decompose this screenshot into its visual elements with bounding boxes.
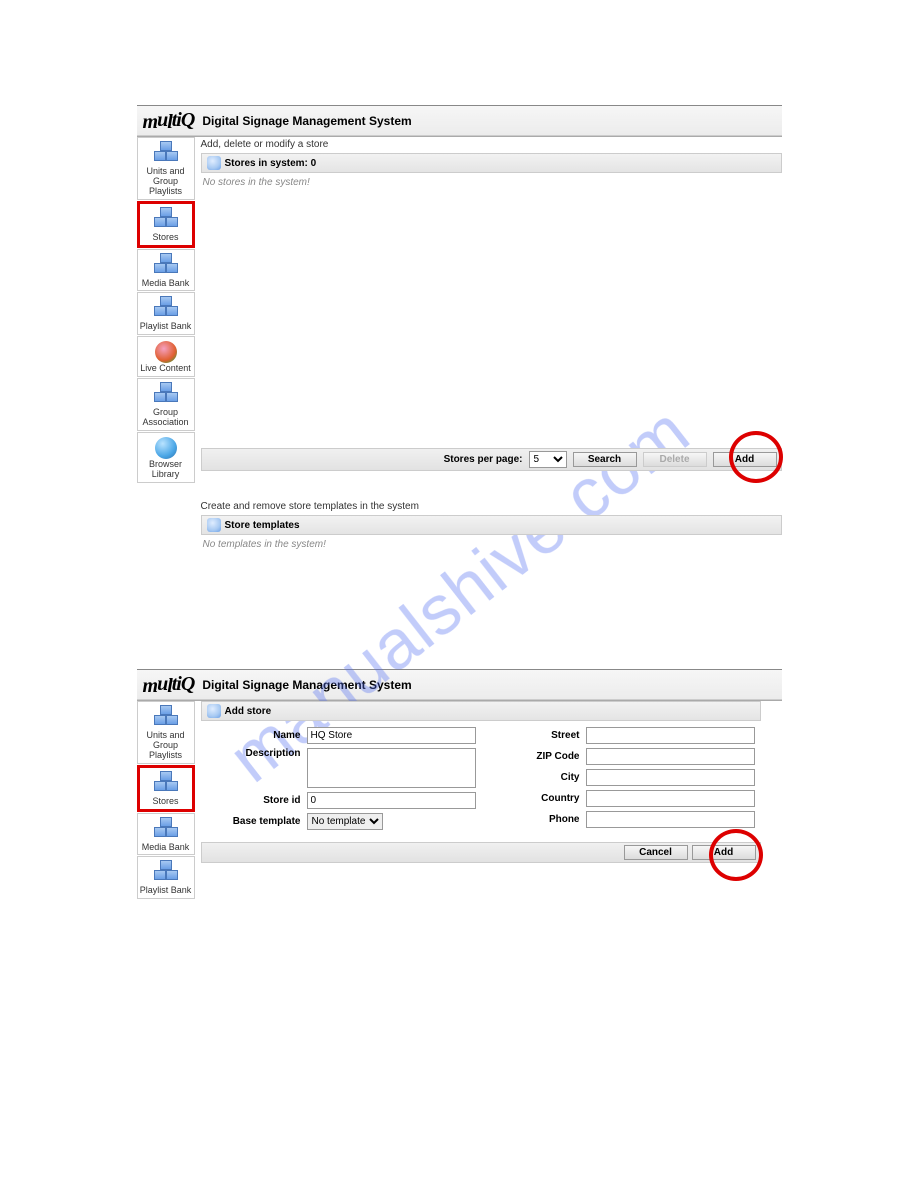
phone-label: Phone	[486, 814, 586, 825]
sidebar-item-units[interactable]: Units and Group Playlists	[137, 701, 195, 764]
search-button[interactable]: Search	[573, 452, 637, 467]
street-field[interactable]	[586, 727, 755, 744]
cubes-icon	[152, 253, 180, 277]
sidebar-item-stores[interactable]: Stores	[137, 201, 195, 248]
add-store-header-label: Add store	[225, 706, 272, 717]
sidebar-item-units[interactable]: Units and Group Playlists	[137, 137, 195, 200]
sidebar-item-playlist-bank[interactable]: Playlist Bank	[137, 292, 195, 335]
base-template-label: Base template	[207, 816, 307, 827]
delete-button: Delete	[643, 452, 707, 467]
storeid-label: Store id	[207, 795, 307, 806]
cubes-icon	[152, 382, 180, 406]
country-field[interactable]	[586, 790, 755, 807]
sidebar-item-label: Group Association	[139, 408, 193, 428]
sidebar-nav: Units and Group Playlists Stores Media B…	[137, 137, 195, 554]
templates-header-label: Store templates	[225, 520, 300, 531]
app-title: Digital Signage Management System	[202, 678, 411, 692]
sidebar-item-label: Media Bank	[139, 843, 193, 853]
country-label: Country	[486, 793, 586, 804]
screenshot-add-store: multiQ Digital Signage Management System…	[137, 669, 782, 899]
cubes-icon	[152, 771, 180, 795]
storeid-field[interactable]	[307, 792, 476, 809]
cubes-icon	[152, 860, 180, 884]
sidebar-item-label: Units and Group Playlists	[139, 167, 193, 197]
section-description: Create and remove store templates in the…	[201, 499, 782, 515]
cubes-icon	[152, 817, 180, 841]
stores-section-header: Stores in system: 0	[201, 153, 782, 173]
cubes-icon	[152, 141, 180, 165]
zip-label: ZIP Code	[486, 751, 586, 762]
cubes-icon	[152, 207, 180, 231]
sidebar-item-browser-library[interactable]: Browser Library	[137, 432, 195, 483]
group-icon	[207, 704, 221, 718]
app-header: multiQ Digital Signage Management System	[137, 105, 782, 136]
sidebar-item-media-bank[interactable]: Media Bank	[137, 813, 195, 856]
base-template-select[interactable]: No template	[307, 813, 383, 830]
add-store-header: Add store	[201, 701, 761, 721]
stores-toolbar: Stores per page: 5 Search Delete Add	[201, 448, 782, 471]
app-logo: multiQ	[143, 109, 195, 132]
per-page-label: Stores per page:	[444, 454, 523, 465]
app-header: multiQ Digital Signage Management System	[137, 669, 782, 700]
app-logo: multiQ	[143, 673, 195, 696]
cubes-icon	[152, 705, 180, 729]
add-store-form: Name Description Store id Base temp	[201, 721, 761, 842]
app-title: Digital Signage Management System	[202, 114, 411, 128]
sidebar-item-group-association[interactable]: Group Association	[137, 378, 195, 431]
sidebar-item-label: Browser Library	[139, 460, 193, 480]
sidebar-item-label: Stores	[141, 233, 191, 243]
description-field[interactable]	[307, 748, 476, 788]
screenshot-stores-list: multiQ Digital Signage Management System…	[137, 105, 782, 554]
phone-field[interactable]	[586, 811, 755, 828]
section-description: Add, delete or modify a store	[201, 137, 782, 153]
sidebar-item-label: Media Bank	[139, 279, 193, 289]
templates-empty-message: No templates in the system!	[201, 535, 782, 554]
main-content: Add, delete or modify a store Stores in …	[195, 137, 782, 554]
sidebar-item-label: Live Content	[139, 364, 193, 374]
city-label: City	[486, 772, 586, 783]
description-label: Description	[207, 748, 307, 759]
globe-icon	[155, 437, 177, 459]
zip-field[interactable]	[586, 748, 755, 765]
cubes-icon	[152, 296, 180, 320]
sidebar-item-playlist-bank[interactable]: Playlist Bank	[137, 856, 195, 899]
templates-section-header: Store templates	[201, 515, 782, 535]
stores-empty-message: No stores in the system!	[201, 173, 782, 192]
sidebar-item-stores[interactable]: Stores	[137, 765, 195, 812]
disc-icon	[155, 341, 177, 363]
sidebar-item-label: Units and Group Playlists	[139, 731, 193, 761]
form-footer: Cancel Add	[201, 842, 761, 863]
sidebar-nav: Units and Group Playlists Stores Media B…	[137, 701, 195, 899]
sidebar-item-live-content[interactable]: Live Content	[137, 336, 195, 377]
cancel-button[interactable]: Cancel	[624, 845, 688, 860]
sidebar-item-label: Playlist Bank	[139, 322, 193, 332]
name-label: Name	[207, 730, 307, 741]
group-icon	[207, 156, 221, 170]
add-button[interactable]: Add	[692, 845, 756, 860]
group-icon	[207, 518, 221, 532]
main-content: Add store Name Description Store	[195, 701, 782, 899]
sidebar-item-label: Playlist Bank	[139, 886, 193, 896]
street-label: Street	[486, 730, 586, 741]
name-field[interactable]	[307, 727, 476, 744]
sidebar-item-media-bank[interactable]: Media Bank	[137, 249, 195, 292]
per-page-select[interactable]: 5	[529, 451, 567, 468]
sidebar-item-label: Stores	[141, 797, 191, 807]
stores-count-label: Stores in system: 0	[225, 158, 317, 169]
add-button[interactable]: Add	[713, 452, 777, 467]
city-field[interactable]	[586, 769, 755, 786]
